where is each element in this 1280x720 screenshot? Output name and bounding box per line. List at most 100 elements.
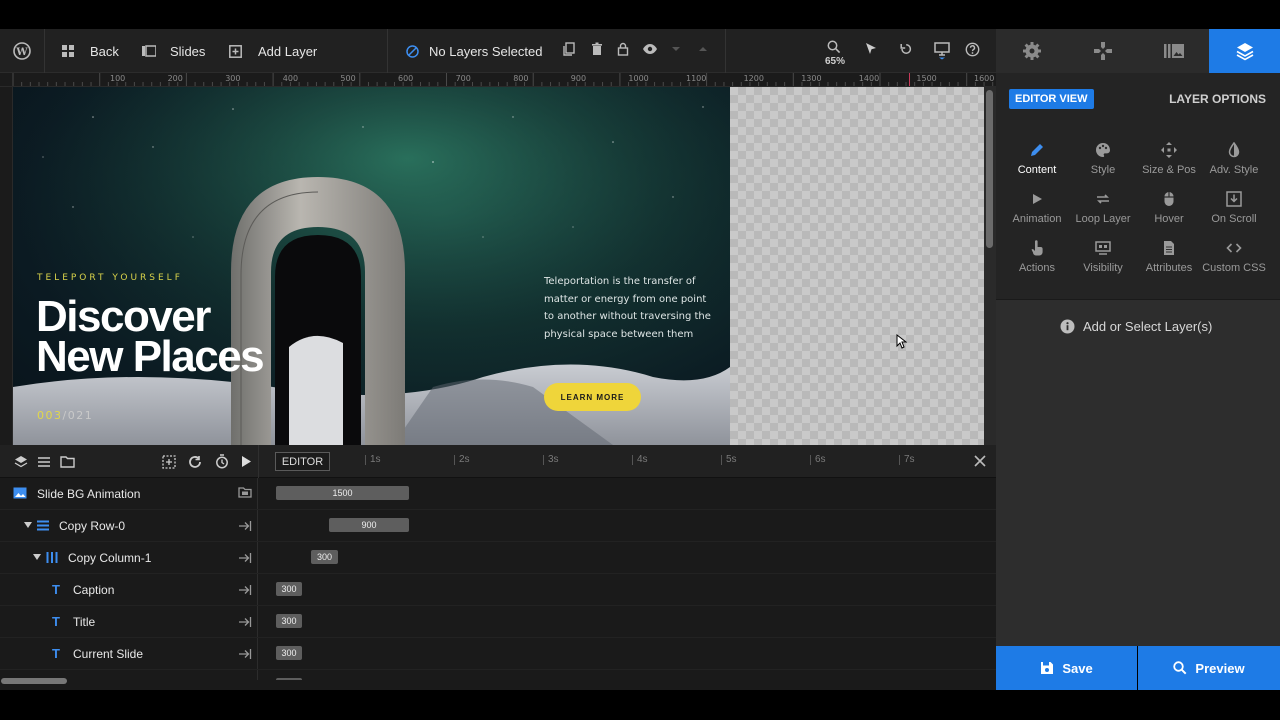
slide-caption[interactable]: TELEPORT YOURSELF (37, 273, 183, 283)
option-size-pos[interactable]: Size & Pos (1134, 142, 1204, 176)
collapse-arrow-icon[interactable] (238, 583, 252, 597)
duration-bar[interactable]: 300 (311, 550, 338, 564)
ruler-label: 900 (570, 74, 587, 83)
editor-view-badge[interactable]: EDITOR VIEW (1009, 89, 1094, 109)
trash-icon[interactable] (590, 42, 608, 60)
folder-icon[interactable] (60, 455, 75, 468)
slide-description[interactable]: Teleportation is the transfer of matter … (544, 273, 714, 343)
timeline-horizontal-scrollbar[interactable] (0, 680, 996, 690)
option-custom-css[interactable]: Custom CSS (1199, 240, 1269, 274)
preview-button[interactable]: Preview (1138, 646, 1280, 690)
add-or-select-label: Add or Select Layer(s) (1083, 319, 1213, 334)
collapse-arrow-icon[interactable] (238, 551, 252, 565)
learn-more-button[interactable]: LEARN MORE (544, 383, 641, 411)
timeline-tick-label: 1s (370, 454, 381, 465)
tab-slides-library[interactable] (1138, 29, 1209, 73)
duplicate-icon[interactable] (562, 42, 580, 60)
move-down-icon[interactable] (670, 42, 688, 60)
collapse-arrow-icon[interactable] (238, 615, 252, 629)
mouse-icon (1161, 191, 1177, 207)
no-selection-icon (406, 44, 419, 58)
play-timeline-icon[interactable] (240, 455, 252, 468)
lock-icon[interactable] (616, 42, 634, 60)
option-adv-style[interactable]: Adv. Style (1199, 142, 1269, 176)
wordpress-logo-icon[interactable]: W (13, 42, 31, 60)
mouse-cursor-icon (896, 334, 907, 349)
save-button[interactable]: Save (996, 646, 1137, 690)
canvas-scrollbar-thumb[interactable] (986, 90, 993, 248)
back-button[interactable]: Back (62, 29, 119, 73)
timeline-tick (721, 455, 722, 465)
duration-bar[interactable]: 300 (276, 614, 302, 628)
option-loop-layer[interactable]: Loop Layer (1068, 191, 1138, 225)
duration-bar[interactable]: 300 (276, 646, 302, 660)
svg-text:W: W (15, 47, 28, 58)
timeline-row-copy-row[interactable]: Copy Row-0 900 (0, 510, 996, 542)
stopwatch-icon[interactable] (215, 454, 229, 469)
layers-icon[interactable] (14, 455, 28, 468)
eye-icon[interactable] (642, 42, 660, 60)
loop-icon (1095, 191, 1111, 207)
select-area-icon[interactable] (162, 455, 176, 469)
folder-layer-icon[interactable] (238, 486, 252, 500)
collapse-arrow-icon[interactable] (238, 519, 252, 533)
layer-label-cell: Copy Row-0 (0, 510, 258, 541)
panel-tabs (996, 29, 1280, 73)
gear-icon (1022, 42, 1041, 60)
chevron-down-icon[interactable] (24, 522, 32, 528)
chevron-down-icon[interactable] (33, 554, 41, 560)
timeline-row-caption[interactable]: T Caption 300 (0, 574, 996, 606)
duration-bar[interactable]: 300 (276, 582, 302, 596)
text-layer-icon: T (52, 646, 60, 661)
option-animation[interactable]: Animation (1002, 191, 1072, 225)
list-icon[interactable] (37, 456, 51, 468)
undo-icon[interactable] (899, 42, 917, 60)
total-slides-number: /021 (62, 409, 94, 422)
duration-bar[interactable]: 900 (329, 518, 409, 532)
visibility-icon (1095, 240, 1111, 256)
option-hover[interactable]: Hover (1134, 191, 1204, 225)
tab-layer-options[interactable] (1209, 29, 1280, 73)
option-attributes[interactable]: Attributes (1134, 240, 1204, 274)
duration-bar[interactable]: 1500 (276, 486, 409, 500)
option-actions[interactable]: Actions (1002, 240, 1072, 274)
option-label: Visibility (1083, 262, 1123, 274)
editor-tab[interactable]: EDITOR (275, 452, 330, 471)
slides-label: Slides (170, 43, 206, 59)
slide-title-line-2: New Places (36, 332, 265, 381)
option-on-scroll[interactable]: On Scroll (1199, 191, 1269, 225)
scroll-download-icon (1226, 191, 1242, 207)
timeline-tick (365, 455, 366, 465)
move-up-icon[interactable] (697, 42, 715, 60)
layer-selection-status: No Layers Selected (406, 29, 542, 73)
column-layer-icon (46, 552, 58, 563)
collapse-arrow-icon[interactable] (238, 647, 252, 661)
tab-slide-settings[interactable] (996, 29, 1067, 73)
timeline-row-title[interactable]: T Title 300 (0, 606, 996, 638)
current-slide-number: 003 (37, 409, 63, 422)
option-content[interactable]: Content (1002, 142, 1072, 176)
timeline-row-partial[interactable] (0, 670, 996, 680)
slide-title[interactable]: Discover New Places (36, 295, 336, 381)
timeline-row-slide-bg[interactable]: Slide BG Animation 1500 (0, 478, 996, 510)
timeline-row-copy-column[interactable]: Copy Column-1 300 (0, 542, 996, 574)
ruler-label: 1000 (628, 74, 649, 83)
slide-canvas[interactable]: TELEPORT YOURSELF Discover New Places 00… (13, 87, 730, 445)
layer-name: Copy Column-1 (68, 551, 152, 565)
option-label: Style (1090, 164, 1116, 176)
tab-navigation[interactable] (1067, 29, 1138, 73)
close-timeline-icon[interactable] (973, 454, 987, 468)
timeline-row-current-slide[interactable]: T Current Slide 300 (0, 638, 996, 670)
timeline-tick-label: 2s (459, 454, 470, 465)
option-style[interactable]: Style (1068, 142, 1138, 176)
add-layer-button[interactable]: Add Layer (229, 29, 317, 73)
layer-label-cell: Copy Column-1 (0, 542, 258, 573)
help-icon[interactable] (965, 42, 983, 60)
refresh-icon[interactable] (188, 455, 202, 469)
slides-button[interactable]: Slides (142, 29, 205, 73)
option-visibility[interactable]: Visibility (1068, 240, 1138, 274)
slide-counter[interactable]: 003/021 (37, 409, 93, 422)
timeline-scrollbar-thumb[interactable] (1, 678, 67, 684)
select-cursor-icon[interactable] (864, 42, 882, 60)
desktop-view-icon[interactable] (934, 42, 952, 60)
